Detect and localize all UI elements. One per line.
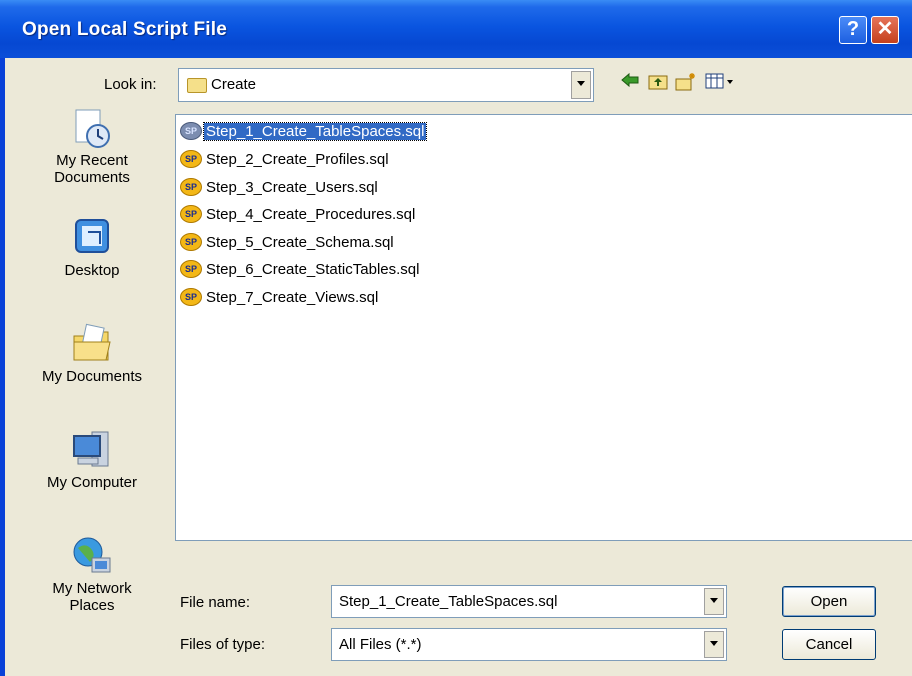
title-bar[interactable]: Open Local Script File ? ✕ xyxy=(0,0,912,58)
file-name-label: Step_1_Create_TableSpaces.sql xyxy=(202,121,428,141)
place-desktop[interactable]: Desktop xyxy=(28,216,156,279)
place-my-recent-documents[interactable]: My Recent Documents xyxy=(28,106,156,186)
sql-script-icon: SP xyxy=(180,233,202,251)
file-name-value[interactable]: Step_1_Create_TableSpaces.sql xyxy=(339,593,557,610)
network-places-icon xyxy=(70,534,114,578)
place-label-line1: Desktop xyxy=(64,262,120,279)
sql-script-icon: SP xyxy=(180,260,202,278)
chevron-down-icon[interactable] xyxy=(704,631,724,658)
close-button[interactable]: ✕ xyxy=(871,16,899,44)
chevron-down-icon[interactable] xyxy=(704,588,724,615)
file-type-label: Files of type: xyxy=(180,636,266,653)
place-label-line2: Places xyxy=(69,597,115,614)
file-name-label: Step_7_Create_Views.sql xyxy=(206,288,379,306)
open-button[interactable]: Open xyxy=(782,586,876,617)
file-item[interactable]: SP Step_5_Create_Schema.sql xyxy=(180,231,396,253)
dialog-title: Open Local Script File xyxy=(22,19,227,40)
place-label-line1: My Recent xyxy=(56,152,128,169)
file-name-label: Step_4_Create_Procedures.sql xyxy=(206,205,416,223)
cancel-button[interactable]: Cancel xyxy=(782,629,876,660)
file-item[interactable]: SP Step_3_Create_Users.sql xyxy=(180,176,380,198)
sql-script-icon: SP xyxy=(180,178,202,196)
place-my-documents[interactable]: My Documents xyxy=(28,322,156,385)
file-item[interactable]: SP Step_2_Create_Profiles.sql xyxy=(180,148,391,170)
chevron-down-icon[interactable] xyxy=(571,71,591,99)
sql-script-icon: SP xyxy=(180,205,202,223)
look-in-dropdown[interactable]: Create xyxy=(178,68,594,102)
new-folder-icon[interactable] xyxy=(675,72,697,94)
folder-icon xyxy=(187,78,207,93)
sql-script-icon: SP xyxy=(180,122,202,140)
views-menu-icon[interactable] xyxy=(705,72,735,94)
my-computer-icon xyxy=(70,428,114,472)
file-item[interactable]: SP Step_6_Create_StaticTables.sql xyxy=(180,258,421,280)
file-item[interactable]: SP Step_7_Create_Views.sql xyxy=(180,286,380,308)
file-name-label: Step_3_Create_Users.sql xyxy=(206,178,378,196)
up-folder-icon[interactable] xyxy=(647,72,669,94)
place-label-line2: Documents xyxy=(54,169,130,186)
file-name-label: Step_6_Create_StaticTables.sql xyxy=(206,260,420,278)
file-name-input[interactable]: Step_1_Create_TableSpaces.sql xyxy=(331,585,727,618)
file-type-dropdown[interactable]: All Files (*.*) xyxy=(331,628,727,661)
my-documents-icon xyxy=(70,322,114,366)
back-arrow-icon[interactable] xyxy=(619,72,641,94)
sql-script-icon: SP xyxy=(180,288,202,306)
file-item[interactable]: SP Step_4_Create_Procedures.sql xyxy=(180,203,417,225)
file-name-label: Step_5_Create_Schema.sql xyxy=(206,233,394,251)
file-item[interactable]: SP Step_1_Create_TableSpaces.sql xyxy=(180,120,428,142)
place-my-network-places[interactable]: My Network Places xyxy=(28,534,156,614)
sql-script-icon: SP xyxy=(180,150,202,168)
file-list[interactable]: SP Step_1_Create_TableSpaces.sql SP Step… xyxy=(175,114,912,541)
file-name-label: Step_2_Create_Profiles.sql xyxy=(206,150,389,168)
help-button[interactable]: ? xyxy=(839,16,867,44)
file-type-value: All Files (*.*) xyxy=(339,636,422,653)
place-label-line1: My Computer xyxy=(46,474,138,491)
desktop-icon xyxy=(70,216,114,260)
file-name-label: File name: xyxy=(180,594,251,611)
place-my-computer[interactable]: My Computer xyxy=(28,428,156,491)
place-label-line1: My Network xyxy=(52,580,132,597)
look-in-label: Look in: xyxy=(104,76,157,93)
recent-documents-icon xyxy=(70,106,114,150)
open-file-dialog: Open Local Script File ? ✕ Look in: Crea… xyxy=(0,0,912,676)
dialog-client-area: Look in: Create My Recent Documents Desk… xyxy=(5,58,912,676)
look-in-value: Create xyxy=(211,76,257,93)
place-label-line1: My Documents xyxy=(41,368,143,385)
